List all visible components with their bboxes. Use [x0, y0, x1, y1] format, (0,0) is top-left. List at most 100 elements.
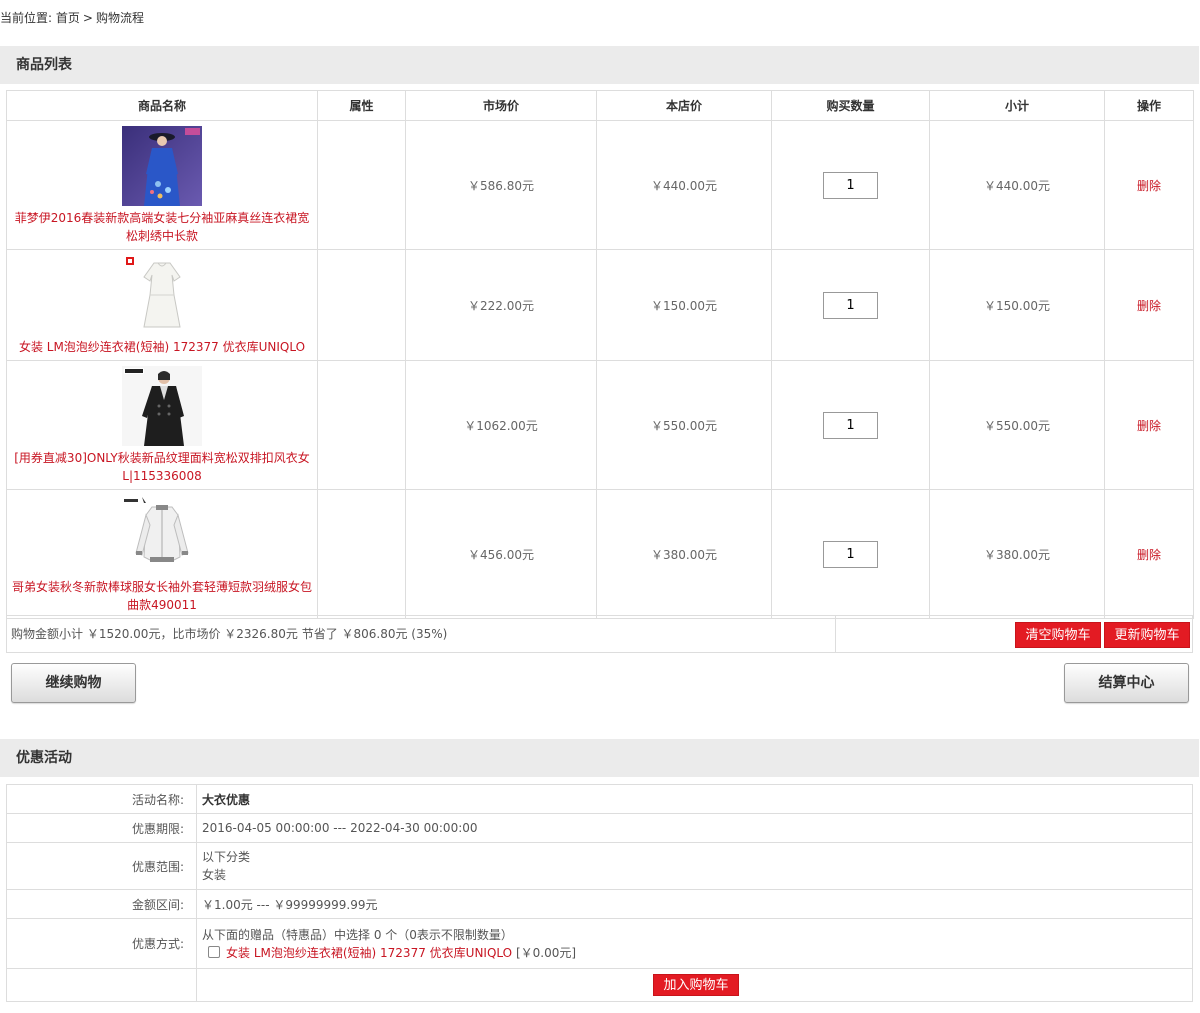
- summary-divider: [835, 616, 836, 652]
- gift-checkbox[interactable]: [208, 945, 220, 958]
- product-name-link[interactable]: 菲梦伊2016春装新款高端女装七分袖亚麻真丝连衣裙宽松刺绣中长款: [11, 209, 313, 245]
- promo-amount-value: ￥1.00元 --- ￥99999999.99元: [196, 889, 1193, 919]
- col-header-shop-price: 本店价: [596, 90, 772, 121]
- col-header-name: 商品名称: [6, 90, 318, 121]
- update-cart-button[interactable]: 更新购物车: [1104, 622, 1190, 648]
- market-price: ￥586.80元: [405, 120, 597, 250]
- action-cell: 删除: [1104, 249, 1194, 361]
- col-header-market-price: 市场价: [405, 90, 597, 121]
- promo-row-scope: 优惠范围: 以下分类 女装: [6, 842, 1193, 890]
- breadcrumb-prefix: 当前位置:: [0, 11, 53, 25]
- cart-section-title: 商品列表: [16, 57, 72, 73]
- action-cell: 删除: [1104, 489, 1194, 619]
- product-thumbnail[interactable]: [122, 255, 202, 335]
- market-price: ￥456.00元: [405, 489, 597, 619]
- promo-row-name: 活动名称: 大衣优惠: [6, 784, 1193, 814]
- quantity-cell: [771, 489, 930, 619]
- promo-section-header: 优惠活动: [0, 739, 1199, 777]
- subtotal: ￥440.00元: [929, 120, 1105, 250]
- product-thumbnail[interactable]: [122, 366, 202, 446]
- promo-table: 活动名称: 大衣优惠 优惠期限: 2016-04-05 00:00:00 ---…: [6, 784, 1193, 1002]
- market-price: ￥222.00元: [405, 249, 597, 361]
- product-name-link[interactable]: 哥弟女装秋冬新款棒球服女长袖外套轻薄短款羽绒服女包曲款490011: [11, 578, 313, 614]
- clear-cart-button[interactable]: 清空购物车: [1015, 622, 1101, 648]
- cart-summary-text: 购物金额小计 ￥1520.00元，比市场价 ￥2326.80元 节省了 ￥806…: [11, 627, 448, 641]
- promo-name-label: 活动名称:: [6, 784, 197, 814]
- market-price: ￥1062.00元: [405, 360, 597, 490]
- product-name-link[interactable]: 女装 LM泡泡纱连衣裙(短袖) 172377 优衣库UNIQLO: [11, 338, 313, 356]
- col-header-action: 操作: [1104, 90, 1194, 121]
- breadcrumb: 当前位置: 首页 > 购物流程: [0, 9, 144, 27]
- col-header-attr: 属性: [317, 90, 406, 121]
- product-cell: 女装 LM泡泡纱连衣裙(短袖) 172377 优衣库UNIQLO: [6, 249, 318, 361]
- product-attr: [317, 360, 406, 490]
- delete-link[interactable]: 删除: [1137, 548, 1161, 562]
- promo-method-label: 优惠方式:: [6, 918, 197, 969]
- quantity-input[interactable]: [823, 291, 878, 319]
- promo-scope-value: 以下分类 女装: [196, 842, 1193, 890]
- promo-row-period: 优惠期限: 2016-04-05 00:00:00 --- 2022-04-30…: [6, 813, 1193, 843]
- product-thumbnail[interactable]: [122, 495, 202, 575]
- gift-name-link[interactable]: 女装 LM泡泡纱连衣裙(短袖) 172377 优衣库UNIQLO: [226, 946, 512, 960]
- checkout-button[interactable]: 结算中心: [1064, 663, 1189, 703]
- promo-row-amount: 金额区间: ￥1.00元 --- ￥99999999.99元: [6, 889, 1193, 919]
- promo-period-label: 优惠期限:: [6, 813, 197, 843]
- add-to-cart-button[interactable]: 加入购物车: [653, 974, 739, 996]
- shop-price: ￥440.00元: [596, 120, 772, 250]
- quantity-input[interactable]: [823, 540, 878, 568]
- gift-price: [￥0.00元]: [515, 945, 577, 960]
- subtotal: ￥380.00元: [929, 489, 1105, 619]
- cart-section-header: 商品列表: [0, 46, 1199, 84]
- col-header-quantity: 购买数量: [771, 90, 930, 121]
- promo-add-empty-cell: [6, 968, 197, 1002]
- product-attr: [317, 489, 406, 619]
- promo-scope-label: 优惠范围:: [6, 842, 197, 890]
- cart-summary-bar: 购物金额小计 ￥1520.00元，比市场价 ￥2326.80元 节省了 ￥806…: [6, 615, 1193, 653]
- action-cell: 删除: [1104, 120, 1194, 250]
- product-image-icon: [122, 366, 202, 446]
- product-image-icon: [122, 126, 202, 206]
- promo-add-cell: 加入购物车: [196, 968, 1193, 1002]
- promo-row-add: 加入购物车: [6, 968, 1193, 1002]
- table-row: 菲梦伊2016春装新款高端女装七分袖亚麻真丝连衣裙宽松刺绣中长款 ￥586.80…: [6, 120, 1194, 250]
- promo-method-value: 从下面的赠品（特惠品）中选择 0 个（0表示不限制数量） 女装 LM泡泡纱连衣裙…: [196, 918, 1193, 969]
- table-row: 女装 LM泡泡纱连衣裙(短袖) 172377 优衣库UNIQLO ￥222.00…: [6, 249, 1194, 361]
- action-cell: 删除: [1104, 360, 1194, 490]
- gift-item: 女装 LM泡泡纱连衣裙(短袖) 172377 优衣库UNIQLO [￥0.00元…: [202, 944, 1192, 962]
- subtotal: ￥150.00元: [929, 249, 1105, 361]
- product-image-icon: [122, 495, 202, 575]
- quantity-cell: [771, 360, 930, 490]
- product-name-link[interactable]: [用券直减30]ONLY秋装新品纹理面料宽松双排扣风衣女L|115336008: [11, 449, 313, 485]
- table-row: 哥弟女装秋冬新款棒球服女长袖外套轻薄短款羽绒服女包曲款490011 ￥456.0…: [6, 489, 1194, 619]
- shop-price: ￥380.00元: [596, 489, 772, 619]
- breadcrumb-home-link[interactable]: 首页: [56, 11, 80, 25]
- product-thumbnail[interactable]: [122, 126, 202, 206]
- shop-price: ￥150.00元: [596, 249, 772, 361]
- quantity-cell: [771, 249, 930, 361]
- subtotal: ￥550.00元: [929, 360, 1105, 490]
- delete-link[interactable]: 删除: [1137, 179, 1161, 193]
- cart-header-row: 商品名称 属性 市场价 本店价 购买数量 小计 操作: [6, 90, 1194, 121]
- promo-amount-label: 金额区间:: [6, 889, 197, 919]
- quantity-input[interactable]: [823, 171, 878, 199]
- promo-scope-category: 女装: [202, 868, 227, 882]
- promo-name-value: 大衣优惠: [196, 784, 1193, 814]
- promo-scope-line: 以下分类: [202, 850, 251, 864]
- cart-table: 商品名称 属性 市场价 本店价 购买数量 小计 操作 菲梦伊2016春装新款高端…: [6, 90, 1194, 619]
- delete-link[interactable]: 删除: [1137, 299, 1161, 313]
- product-attr: [317, 249, 406, 361]
- quantity-cell: [771, 120, 930, 250]
- promo-section-title: 优惠活动: [16, 750, 72, 766]
- delete-link[interactable]: 删除: [1137, 419, 1161, 433]
- quantity-input[interactable]: [823, 411, 878, 439]
- product-cell: [用券直减30]ONLY秋装新品纹理面料宽松双排扣风衣女L|115336008: [6, 360, 318, 490]
- promo-method-text: 从下面的赠品（特惠品）中选择 0 个（0表示不限制数量）: [202, 927, 513, 942]
- breadcrumb-separator: >: [82, 11, 93, 25]
- product-image-icon: [122, 255, 202, 335]
- product-cell: 菲梦伊2016春装新款高端女装七分袖亚麻真丝连衣裙宽松刺绣中长款: [6, 120, 318, 250]
- col-header-subtotal: 小计: [929, 90, 1105, 121]
- table-row: [用券直减30]ONLY秋装新品纹理面料宽松双排扣风衣女L|115336008 …: [6, 360, 1194, 490]
- continue-shopping-button[interactable]: 继续购物: [11, 663, 136, 703]
- breadcrumb-current: 购物流程: [95, 11, 144, 25]
- promo-row-method: 优惠方式: 从下面的赠品（特惠品）中选择 0 个（0表示不限制数量） 女装 LM…: [6, 918, 1193, 969]
